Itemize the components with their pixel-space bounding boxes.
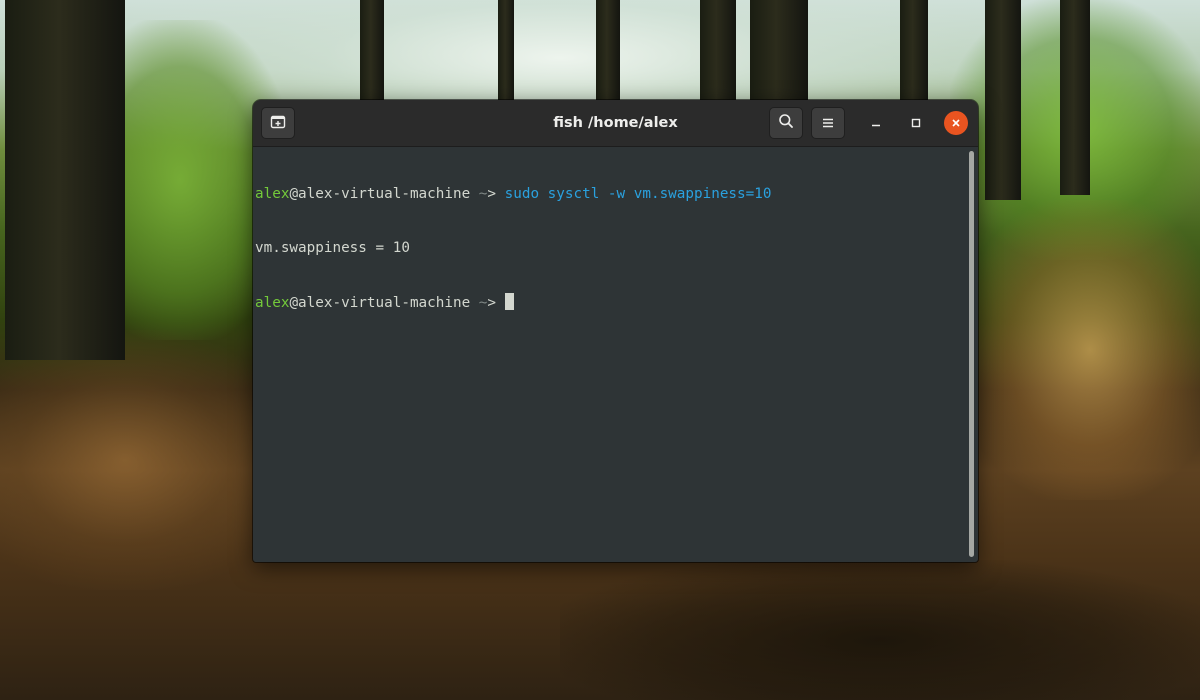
hamburger-menu-icon bbox=[821, 114, 835, 133]
prompt-line: alex@alex-virtual-machine ~> bbox=[255, 293, 965, 311]
new-tab-icon bbox=[270, 114, 286, 133]
prompt-at: @ bbox=[289, 186, 299, 202]
maximize-button[interactable] bbox=[904, 111, 928, 135]
tree-trunk bbox=[498, 0, 514, 100]
prompt-host: alex-virtual-machine bbox=[298, 186, 471, 202]
text-cursor bbox=[504, 293, 514, 310]
close-icon bbox=[950, 114, 962, 133]
menu-button[interactable] bbox=[811, 107, 845, 139]
prompt-dir: ~ bbox=[470, 186, 488, 202]
desktop-wallpaper: fish /home/alex alex@alex-virtual-machin… bbox=[0, 0, 1200, 700]
tree-trunk bbox=[596, 0, 620, 100]
new-tab-button[interactable] bbox=[261, 107, 295, 139]
tree-trunk bbox=[1060, 0, 1090, 195]
terminal-header-bar[interactable]: fish /home/alex bbox=[253, 100, 978, 147]
search-button[interactable] bbox=[769, 107, 803, 139]
prompt-line: alex@alex-virtual-machine ~> sudo sysctl… bbox=[255, 185, 965, 203]
close-button[interactable] bbox=[944, 111, 968, 135]
tree-trunk bbox=[5, 0, 125, 360]
tree-trunk bbox=[900, 0, 928, 100]
terminal-output-area[interactable]: alex@alex-virtual-machine ~> sudo sysctl… bbox=[255, 149, 965, 559]
tree-trunk bbox=[360, 0, 384, 100]
minimize-icon bbox=[870, 114, 882, 133]
terminal-window[interactable]: fish /home/alex alex@alex-virtual-machin… bbox=[253, 100, 978, 562]
prompt-symbol: > bbox=[487, 186, 505, 202]
vertical-scrollbar[interactable] bbox=[967, 149, 976, 559]
wallpaper-forest-floor-right bbox=[960, 200, 1200, 500]
prompt-user: alex bbox=[255, 186, 290, 202]
prompt-at: @ bbox=[289, 295, 299, 311]
maximize-icon bbox=[910, 114, 922, 133]
output-line: vm.swappiness = 10 bbox=[255, 239, 965, 257]
prompt-user: alex bbox=[255, 295, 290, 311]
minimize-button[interactable] bbox=[864, 111, 888, 135]
tree-trunk bbox=[700, 0, 736, 100]
command-text: sudo sysctl -w vm.swappiness=10 bbox=[504, 186, 772, 202]
prompt-dir: ~ bbox=[470, 295, 488, 311]
wallpaper-forest-floor-left bbox=[0, 330, 290, 590]
scrollbar-thumb[interactable] bbox=[969, 151, 974, 557]
prompt-host: alex-virtual-machine bbox=[298, 295, 471, 311]
command-output: vm.swappiness = 10 bbox=[255, 240, 410, 256]
tree-trunk bbox=[750, 0, 808, 100]
tree-trunk bbox=[985, 0, 1021, 200]
wallpaper-ground-shadow bbox=[560, 560, 1200, 700]
search-icon bbox=[778, 113, 794, 133]
prompt-symbol: > bbox=[487, 295, 505, 311]
